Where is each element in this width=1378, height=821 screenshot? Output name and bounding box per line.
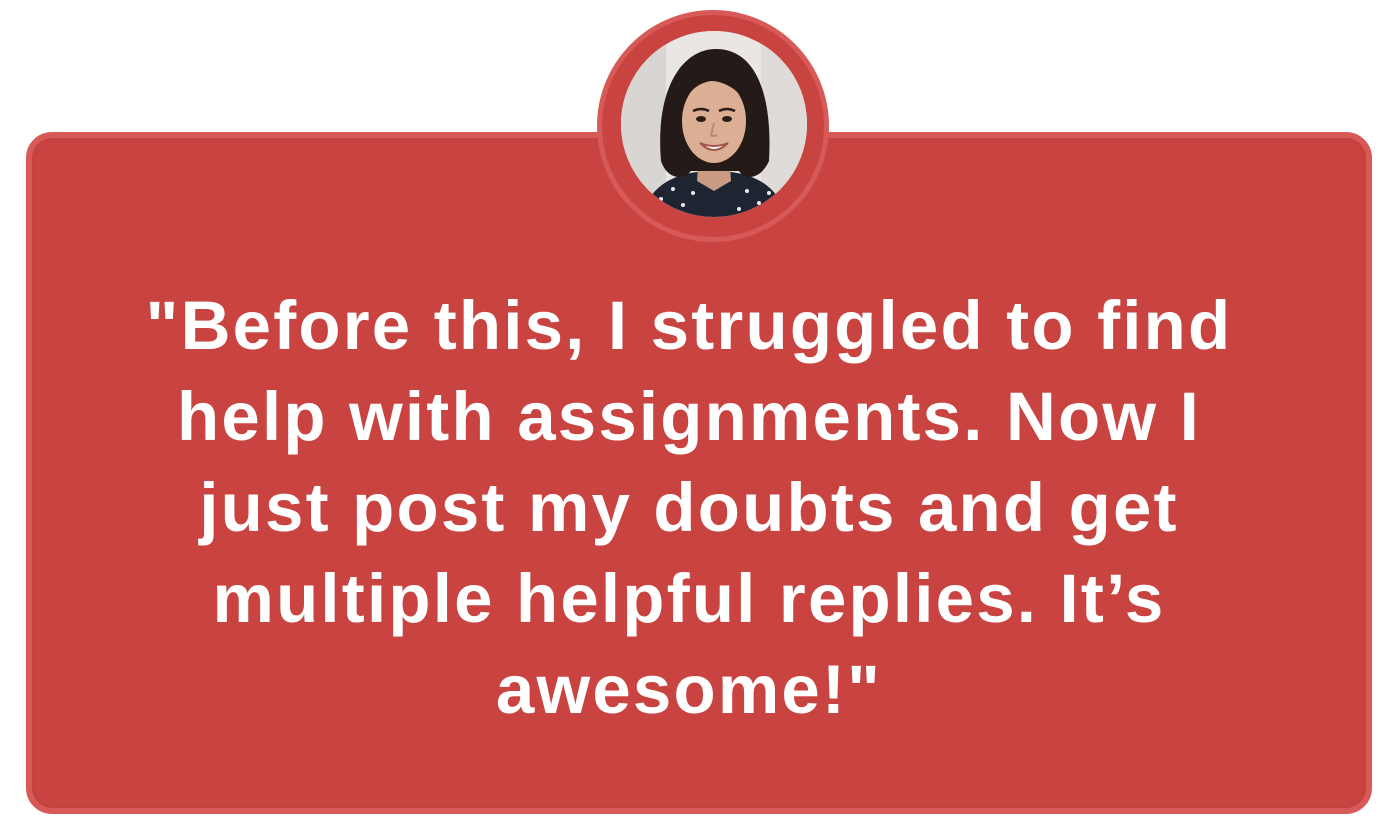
quote-line: help with assignments. Now I — [177, 378, 1201, 455]
quote-line: "Before this, I struggled to find — [145, 287, 1233, 364]
woman-portrait-icon — [621, 31, 807, 217]
testimonial-quote: "Before this, I struggled to find help w… — [90, 280, 1288, 735]
testimonial-stage: "Before this, I struggled to find help w… — [0, 0, 1378, 821]
avatar — [621, 31, 807, 217]
quote-line: multiple helpful replies. It’s — [212, 560, 1166, 637]
quote-line: just post my doubts and get — [199, 469, 1179, 546]
quote-line: awesome!" — [495, 651, 883, 728]
